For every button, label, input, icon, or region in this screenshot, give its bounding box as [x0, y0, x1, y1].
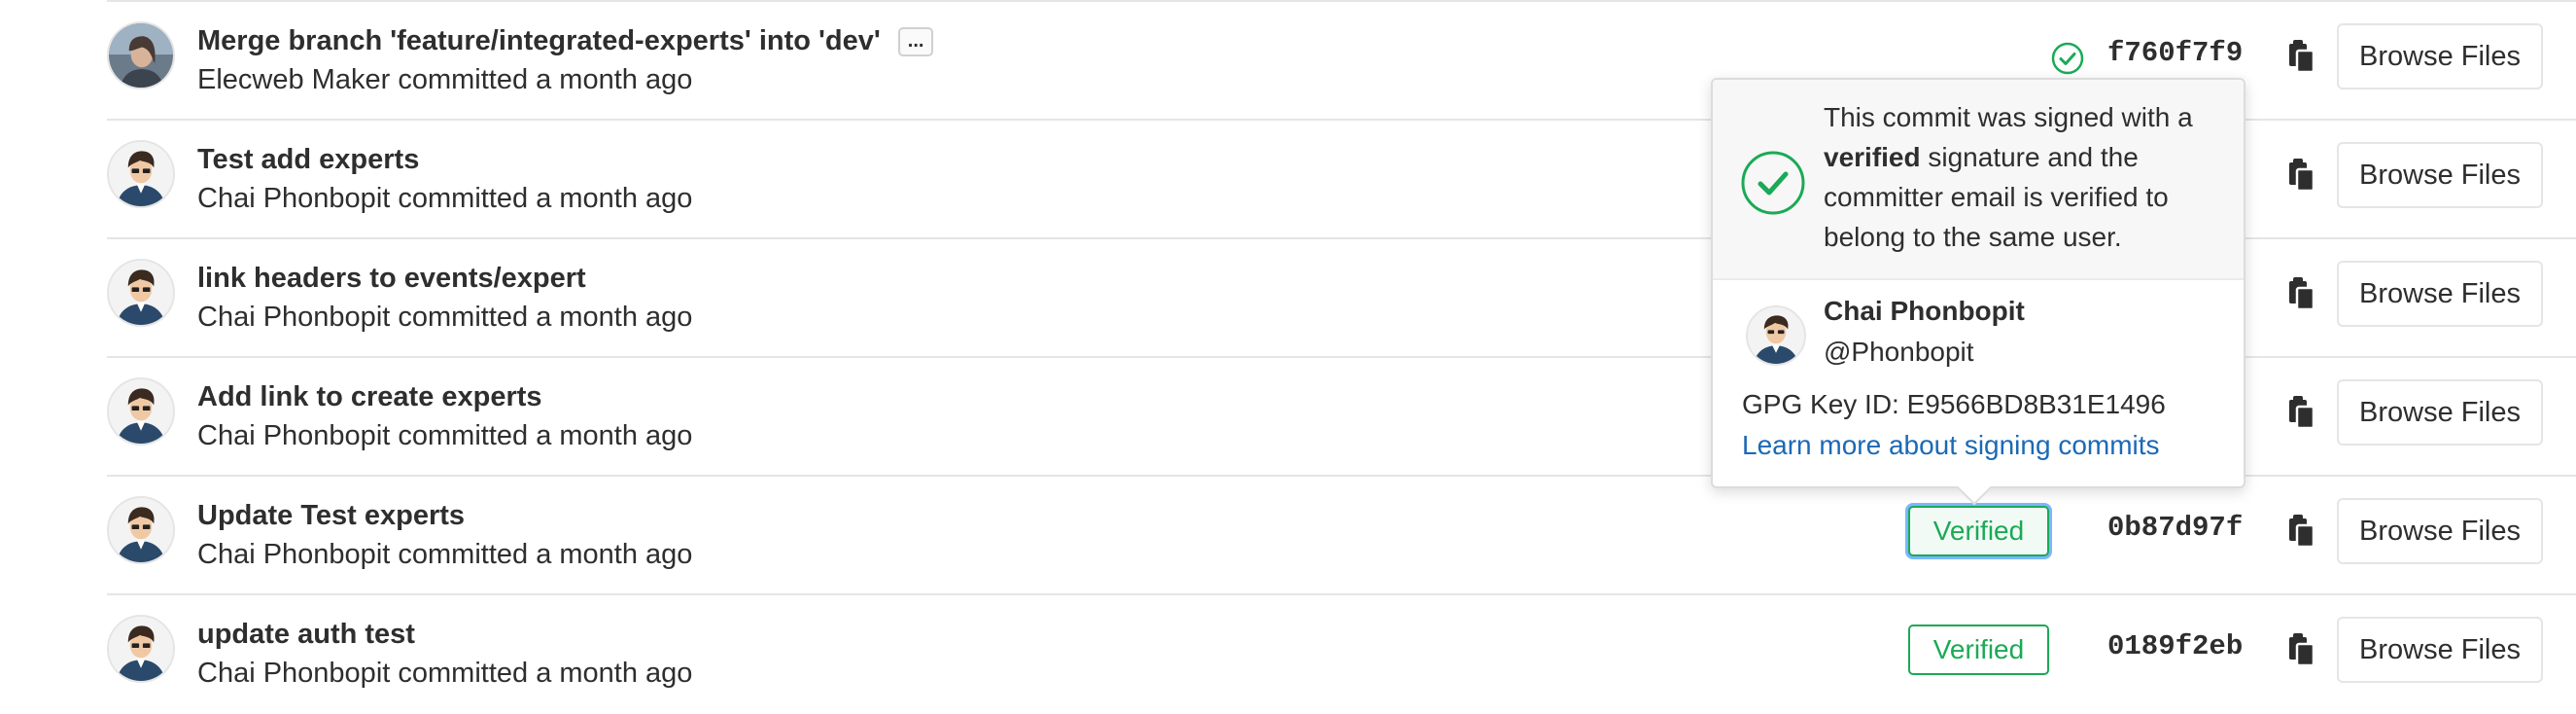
clipboard-icon[interactable] [2279, 510, 2321, 553]
avatar-illustration [109, 379, 173, 444]
commit-author-avatar[interactable] [107, 496, 175, 564]
commit-title: update auth test [197, 619, 415, 651]
popover-gpg-key: GPG Key ID: E9566BD8B31E1496 [1742, 389, 2166, 419]
commit-author-name[interactable]: Chai Phonbopit [197, 302, 390, 333]
commit-author-avatar[interactable] [107, 21, 175, 89]
commit-author-avatar[interactable] [107, 140, 175, 208]
commit-time: committed a month ago [398, 658, 693, 689]
verified-badge[interactable]: Verified [1908, 625, 2049, 675]
commit-meta: Elecweb Maker committed a month ago [197, 64, 692, 96]
commit-title: Update Test experts [197, 500, 465, 532]
popover-header: This commit was signed with a verified s… [1713, 80, 2244, 280]
commit-title: Merge branch 'feature/integrated-experts… [197, 25, 934, 57]
commit-title-link[interactable]: update auth test [197, 619, 415, 650]
commit-author-avatar[interactable] [107, 615, 175, 683]
commit-title-link[interactable]: Merge branch 'feature/integrated-experts… [197, 25, 881, 56]
check-circle-icon[interactable] [2050, 41, 2085, 76]
popover-text-before: This commit was signed with a [1824, 102, 2193, 132]
commit-author-name[interactable]: Chai Phonbopit [197, 420, 390, 451]
commit-sha[interactable]: f760f7f9 [2107, 37, 2243, 69]
avatar-illustration [1748, 307, 1804, 364]
commit-meta: Chai Phonbopit committed a month ago [197, 539, 692, 571]
commit-time: committed a month ago [398, 64, 693, 95]
commit-author-name[interactable]: Elecweb Maker [197, 64, 390, 95]
popover-text-bold: verified [1824, 142, 1921, 172]
commit-title: Test add experts [197, 144, 419, 176]
popover-avatar [1746, 305, 1806, 366]
avatar-illustration [109, 261, 173, 325]
browse-files-button[interactable]: Browse Files [2337, 379, 2543, 446]
commit-title-link[interactable]: Update Test experts [197, 500, 465, 531]
check-circle-icon [1741, 151, 1805, 215]
commit-time: committed a month ago [398, 539, 693, 570]
commit-sha[interactable]: 0189f2eb [2107, 630, 2243, 662]
commit-sha[interactable]: 0b87d97f [2107, 512, 2243, 544]
commit-time: committed a month ago [398, 420, 693, 451]
toggle-description-button[interactable]: ... [897, 27, 934, 56]
commit-author-avatar[interactable] [107, 259, 175, 327]
avatar-illustration [109, 498, 173, 562]
clipboard-icon[interactable] [2279, 35, 2321, 78]
commit-meta: Chai Phonbopit committed a month ago [197, 183, 692, 215]
browse-files-button[interactable]: Browse Files [2337, 23, 2543, 89]
popover-message: This commit was signed with a verified s… [1824, 97, 2232, 257]
avatar-illustration [109, 617, 173, 681]
verified-badge[interactable]: Verified [1908, 506, 2049, 556]
clipboard-icon[interactable] [2279, 154, 2321, 196]
commit-title-link[interactable]: Test add experts [197, 144, 419, 175]
commit-meta: Chai Phonbopit committed a month ago [197, 420, 692, 452]
avatar-photo [109, 23, 173, 88]
browse-files-button[interactable]: Browse Files [2337, 142, 2543, 208]
commit-title-link[interactable]: link headers to events/expert [197, 263, 586, 294]
commit-author-name[interactable]: Chai Phonbopit [197, 539, 390, 570]
commit-author-avatar[interactable] [107, 377, 175, 446]
commit-time: committed a month ago [398, 302, 693, 333]
popover-committer-name: Chai Phonbopit [1824, 296, 2025, 326]
commit-meta: Chai Phonbopit committed a month ago [197, 302, 692, 334]
clipboard-icon[interactable] [2279, 391, 2321, 434]
commit-meta: Chai Phonbopit committed a month ago [197, 658, 692, 690]
commit-author-name[interactable]: Chai Phonbopit [197, 658, 390, 689]
clipboard-icon[interactable] [2279, 272, 2321, 315]
commit-title: link headers to events/expert [197, 263, 586, 295]
commit-row: Update Test experts Chai Phonbopit commit… [107, 477, 2576, 595]
browse-files-button[interactable]: Browse Files [2337, 617, 2543, 683]
commit-title-link[interactable]: Add link to create experts [197, 381, 542, 412]
popover-username: @Phonbopit [1824, 337, 1974, 367]
signature-popover: This commit was signed with a verified s… [1711, 78, 2245, 506]
commit-row: update auth test Chai Phonbopit committed… [107, 595, 2576, 712]
avatar-illustration [109, 142, 173, 206]
commit-title: Add link to create experts [197, 381, 542, 413]
commit-author-name[interactable]: Chai Phonbopit [197, 183, 390, 214]
commit-time: committed a month ago [398, 183, 693, 214]
browse-files-button[interactable]: Browse Files [2337, 261, 2543, 327]
learn-more-link[interactable]: Learn more about signing commits [1742, 430, 2160, 461]
clipboard-icon[interactable] [2279, 628, 2321, 671]
browse-files-button[interactable]: Browse Files [2337, 498, 2543, 564]
